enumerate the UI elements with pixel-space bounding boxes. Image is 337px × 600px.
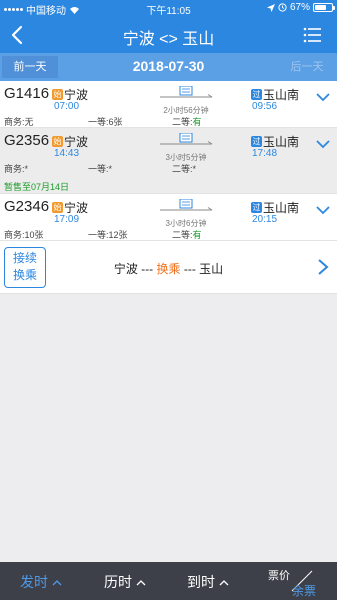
first-class-seat: 一等:12张 bbox=[88, 228, 128, 241]
train-schedule-icon bbox=[160, 198, 213, 211]
route-separator: --- bbox=[137, 262, 157, 276]
transfer-destination: 玉山 bbox=[199, 262, 224, 276]
first-class-label: 一等: bbox=[88, 230, 109, 240]
battery-level bbox=[315, 5, 326, 10]
arrival-time: 09:56 bbox=[252, 101, 278, 112]
sort-duration-tab[interactable]: 历时 bbox=[104, 572, 146, 592]
fare-label: 票价 bbox=[268, 570, 290, 582]
transfer-origin: 宁波 bbox=[113, 262, 138, 276]
remaining-label: 余票 bbox=[292, 584, 317, 598]
battery-icon bbox=[313, 3, 335, 12]
second-class-value: * bbox=[192, 164, 197, 174]
chevron-up-icon bbox=[52, 579, 62, 585]
train-number: G2356 bbox=[4, 132, 50, 149]
second-class-value: 有 bbox=[192, 230, 202, 240]
chevron-down-icon[interactable] bbox=[315, 92, 331, 102]
first-class-label: 一等: bbox=[88, 164, 109, 174]
transfer-row[interactable]: 接续 换乘 宁波 --- 换乘 --- 玉山 bbox=[0, 241, 337, 294]
second-class-value: 有 bbox=[192, 117, 202, 127]
business-seat: 商务:* bbox=[4, 162, 28, 175]
destination-badge: 过 bbox=[251, 136, 262, 147]
duration-block: 3小时5分钟 bbox=[158, 132, 214, 163]
page-title: 宁波 <> 玉山 bbox=[122, 31, 215, 48]
train-row[interactable]: G1416 始 宁波 07:00 2小时56分钟 过 玉山南 09:56 商务:… bbox=[0, 81, 337, 128]
business-seat: 商务:10张 bbox=[4, 228, 44, 241]
business-value: 10张 bbox=[24, 230, 44, 240]
business-label: 商务: bbox=[4, 230, 25, 240]
destination-badge: 过 bbox=[251, 202, 262, 213]
train-row[interactable]: G2346 始 宁波 17:09 3小时6分钟 过 玉山南 20:15 商务:1… bbox=[0, 194, 337, 241]
status-right: 67% bbox=[266, 2, 335, 13]
first-class-label: 一等: bbox=[88, 117, 109, 127]
chevron-down-icon[interactable] bbox=[315, 205, 331, 215]
duration-block: 2小时56分钟 bbox=[158, 85, 214, 116]
origin-badge: 始 bbox=[52, 89, 63, 100]
second-class-seat: 二等:有 bbox=[172, 115, 202, 128]
business-value: * bbox=[24, 164, 29, 174]
train-number: G1416 bbox=[4, 85, 50, 102]
alarm-icon bbox=[278, 3, 287, 12]
business-seat: 商务:无 bbox=[4, 115, 34, 128]
second-class-label: 二等: bbox=[172, 117, 193, 127]
second-class-seat: 二等:* bbox=[172, 162, 196, 175]
train-schedule-icon bbox=[160, 132, 213, 145]
business-value: 无 bbox=[24, 117, 34, 127]
title-bar: 宁波 <> 玉山 bbox=[0, 17, 337, 53]
sort-departure-label: 发时 bbox=[20, 574, 48, 590]
chevron-up-icon bbox=[136, 579, 146, 585]
second-class-seat: 二等:有 bbox=[172, 228, 202, 241]
first-class-value: 12张 bbox=[108, 230, 128, 240]
departure-time: 17:09 bbox=[54, 214, 80, 225]
train-row[interactable]: G2356 始 宁波 14:43 3小时5分钟 过 玉山南 17:48 商务:*… bbox=[0, 128, 337, 194]
destination-badge: 过 bbox=[251, 89, 262, 100]
presale-notice: 暂售至07月14日 bbox=[4, 182, 70, 192]
sort-bar: 发时 历时 到时 票价 余票 bbox=[0, 562, 337, 600]
business-label: 商务: bbox=[4, 117, 25, 127]
sort-duration-label: 历时 bbox=[104, 574, 132, 590]
chevron-up-icon bbox=[219, 579, 229, 585]
sort-arrival-tab[interactable]: 到时 bbox=[187, 572, 229, 592]
first-class-seat: 一等:* bbox=[88, 162, 112, 175]
train-number: G2346 bbox=[4, 198, 50, 215]
sort-arrival-label: 到时 bbox=[187, 574, 215, 590]
departure-time: 07:00 bbox=[54, 101, 80, 112]
sort-departure-tab[interactable]: 发时 bbox=[20, 572, 62, 592]
list-menu-icon[interactable] bbox=[303, 26, 321, 44]
location-icon bbox=[266, 3, 275, 12]
business-label: 商务: bbox=[4, 164, 25, 174]
next-day-button[interactable]: 后一天 bbox=[279, 56, 335, 78]
transfer-route: 宁波 --- 换乘 --- 玉山 bbox=[0, 260, 337, 277]
battery-percent: 67% bbox=[289, 2, 310, 13]
origin-badge: 始 bbox=[52, 136, 63, 147]
origin-badge: 始 bbox=[52, 202, 63, 213]
transfer-label: 换乘 bbox=[156, 262, 181, 276]
arrival-time: 17:48 bbox=[252, 148, 278, 159]
second-class-label: 二等: bbox=[172, 164, 193, 174]
first-class-value: * bbox=[108, 164, 113, 174]
first-class-value: 6张 bbox=[108, 117, 123, 127]
chevron-down-icon[interactable] bbox=[315, 139, 331, 149]
status-bar: 中国移动 下午11:05 67% bbox=[0, 0, 337, 17]
departure-time: 14:43 bbox=[54, 148, 80, 159]
second-class-label: 二等: bbox=[172, 230, 193, 240]
arrival-time: 20:15 bbox=[252, 214, 278, 225]
train-schedule-icon bbox=[160, 85, 213, 98]
date-navigation: 前一天 2018-07-30 后一天 bbox=[0, 53, 337, 81]
duration-block: 3小时6分钟 bbox=[158, 198, 214, 229]
fare-remaining-toggle[interactable]: 票价 余票 bbox=[266, 565, 337, 600]
first-class-seat: 一等:6张 bbox=[88, 115, 123, 128]
route-separator: --- bbox=[180, 262, 200, 276]
chevron-right-icon[interactable] bbox=[317, 258, 329, 276]
